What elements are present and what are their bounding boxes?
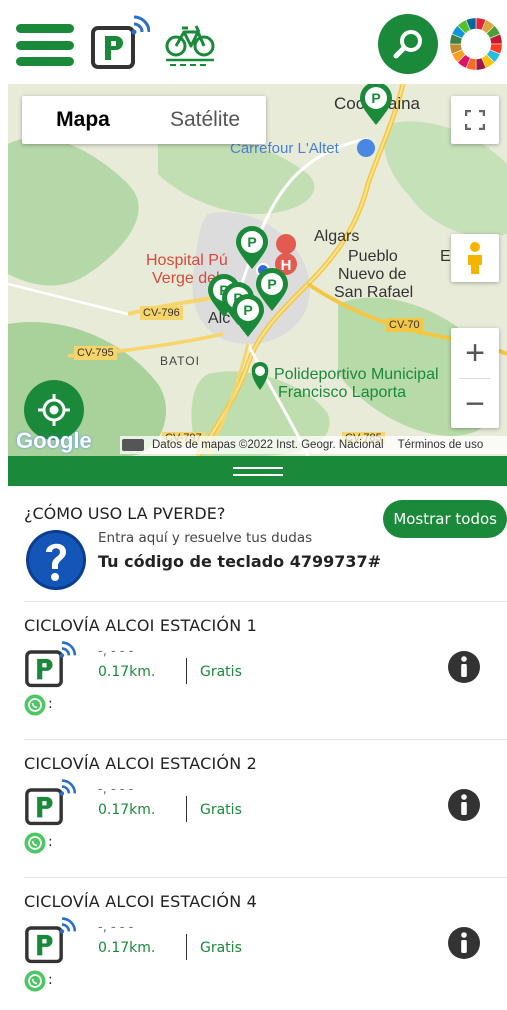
search-icon (393, 30, 422, 59)
map-label-polideportivo-2: Francisco Laporta (278, 384, 407, 401)
station-whatsapp: : (48, 834, 53, 850)
map-label-pueblo: Pueblo (348, 248, 398, 265)
bicycle-icon[interactable] (164, 18, 216, 66)
station-whatsapp: : (48, 972, 53, 988)
info-icon[interactable] (447, 650, 481, 684)
station-name: CICLOVÍA ALCOI ESTACIÓN 4 (24, 892, 258, 911)
help-section[interactable]: ¿CÓMO USO LA PVERDE? Mostrar todos Entra… (24, 500, 507, 600)
map-label-batoi: BATOI (160, 354, 200, 368)
station-address: -, - - - (98, 782, 134, 797)
terms-link[interactable]: Términos de uso (398, 439, 484, 451)
svg-text:P: P (371, 90, 380, 106)
station-pin[interactable]: P (358, 84, 394, 126)
station-whatsapp: : (48, 696, 53, 712)
map-type-satellite-button[interactable]: Satélite (144, 96, 266, 144)
map-label-san-rafael: San Rafael (334, 284, 414, 301)
station-price: Gratis (200, 664, 242, 680)
divider (24, 601, 507, 602)
map-data-credit: Datos de mapas ©2022 Inst. Geogr. Nacion… (152, 439, 384, 451)
show-all-button[interactable]: Mostrar todos (383, 500, 507, 538)
road-label-cv795: CV-795 (74, 346, 117, 360)
search-button[interactable] (378, 14, 438, 74)
separator (186, 658, 187, 684)
whatsapp-icon[interactable] (24, 970, 46, 992)
road-label-cv70: CV-70 (386, 318, 423, 332)
app-header (0, 0, 507, 84)
station-name: CICLOVÍA ALCOI ESTACIÓN 1 (24, 616, 258, 635)
station-distance: 0.17km. (98, 664, 156, 680)
pegman-icon (468, 242, 482, 274)
street-view-pegman-button[interactable] (451, 234, 499, 282)
info-icon[interactable] (447, 788, 481, 822)
road-label-cv796: CV-796 (140, 306, 183, 320)
station-address: -, - - - (98, 644, 134, 659)
map-view[interactable]: H Cocentaina Carrefour L'Altet Algars Pu… (8, 84, 507, 456)
svg-text:P: P (243, 302, 252, 318)
pverde-logo-icon (25, 641, 76, 688)
keyboard-icon[interactable] (122, 439, 144, 451)
station-address: -, - - - (98, 920, 134, 935)
svg-text:P: P (247, 234, 256, 250)
divider (24, 739, 507, 740)
sdg-wheel-icon[interactable] (448, 14, 504, 74)
fullscreen-icon (465, 110, 485, 130)
crosshair-icon (38, 394, 70, 426)
pverde-logo-icon (25, 917, 76, 964)
map-label-hospital-1: Hospital Pú (146, 252, 228, 269)
whatsapp-icon[interactable] (24, 832, 46, 854)
station-name: CICLOVÍA ALCOI ESTACIÓN 2 (24, 754, 258, 773)
map-label-polideportivo-1: Polideportivo Municipal (274, 366, 439, 383)
info-icon[interactable] (447, 926, 481, 960)
station-list-item[interactable]: CICLOVÍA ALCOI ESTACIÓN 1 -, - - - 0.17k… (24, 616, 507, 736)
map-type-mapa-button[interactable]: Mapa (22, 96, 144, 144)
map-attribution: Datos de mapas ©2022 Inst. Geogr. Nacion… (120, 436, 507, 454)
station-distance: 0.17km. (98, 802, 156, 818)
station-list-item[interactable]: CICLOVÍA ALCOI ESTACIÓN 4 -, - - - 0.17k… (24, 892, 507, 1010)
pverde-logo-icon[interactable] (90, 14, 150, 70)
zoom-in-button[interactable]: + (451, 328, 499, 378)
station-pin[interactable]: P (230, 294, 266, 338)
keypad-code: Tu código de teclado 4799737# (98, 552, 382, 571)
pverde-logo-icon (25, 779, 76, 826)
svg-text:P: P (267, 276, 276, 292)
station-pin[interactable]: P (234, 226, 270, 270)
zoom-out-button[interactable]: − (451, 379, 499, 429)
station-distance: 0.17km. (98, 940, 156, 956)
map-label-algars: Algars (314, 228, 360, 245)
map-label-nuevo-de: Nuevo de (338, 266, 407, 283)
zoom-control: + − (451, 328, 499, 428)
station-price: Gratis (200, 940, 242, 956)
fullscreen-button[interactable] (451, 96, 499, 144)
whatsapp-icon[interactable] (24, 694, 46, 716)
question-mark-icon (26, 530, 86, 590)
help-title: ¿CÓMO USO LA PVERDE? (24, 504, 226, 523)
google-logo: Google (16, 428, 92, 453)
station-price: Gratis (200, 802, 242, 818)
drag-handle-icon (232, 466, 283, 476)
list-drawer-handle-bar[interactable] (8, 456, 507, 486)
help-subtitle: Entra aquí y resuelve tus dudas (98, 530, 313, 546)
station-list-item[interactable]: CICLOVÍA ALCOI ESTACIÓN 2 -, - - - 0.17k… (24, 754, 507, 874)
map-type-control: Mapa Satélite (22, 96, 266, 144)
separator (186, 796, 187, 822)
hamburger-icon[interactable] (16, 24, 74, 66)
separator (186, 934, 187, 960)
divider (24, 877, 507, 878)
